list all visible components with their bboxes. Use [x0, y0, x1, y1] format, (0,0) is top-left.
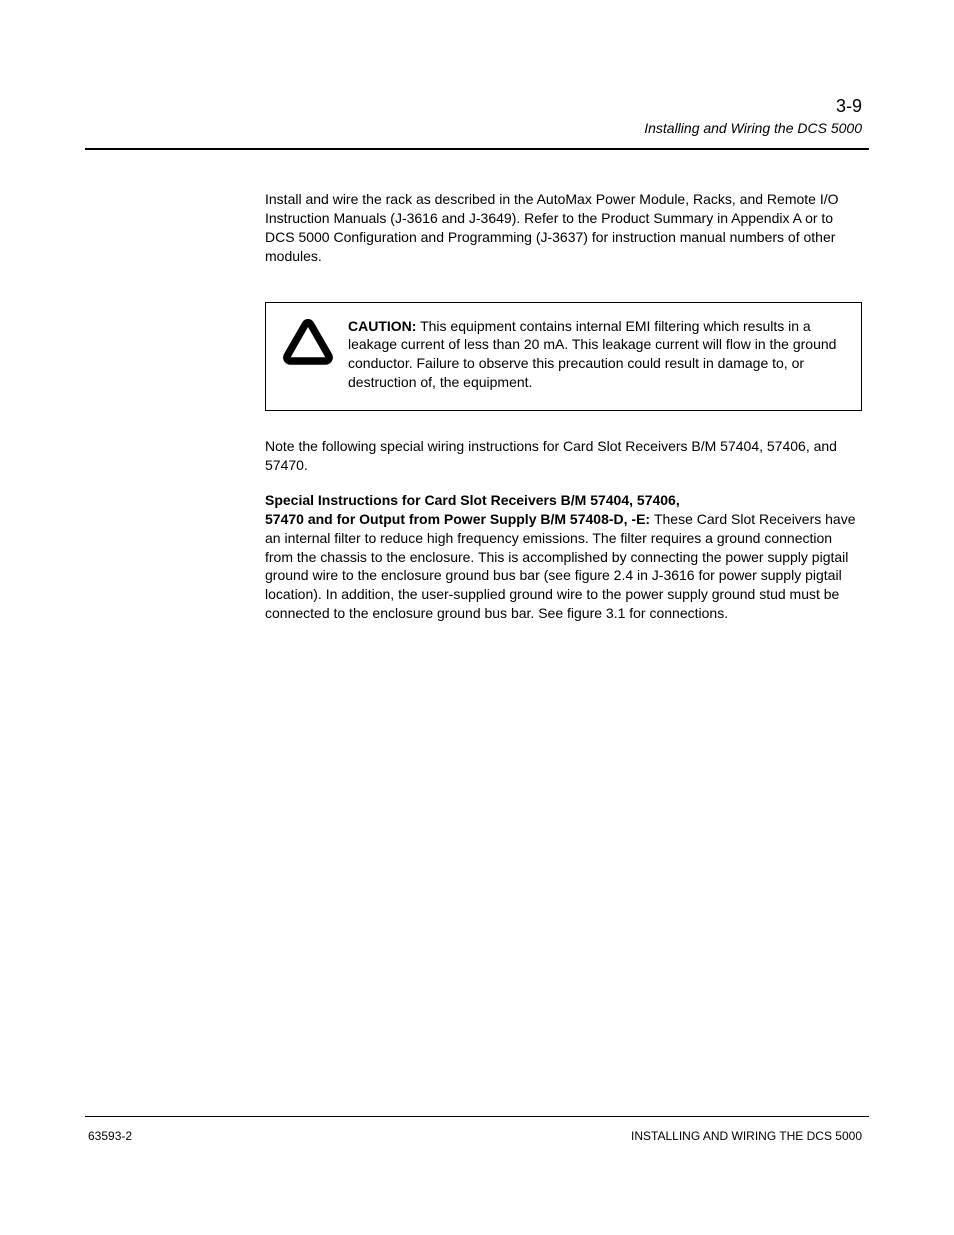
footer-rule — [85, 1116, 869, 1117]
special-line2-bold: 57470 and for Output from Power Supply B… — [265, 511, 654, 527]
header-page-number: 3-9 — [836, 96, 862, 117]
caution-box: CAUTION: This equipment contains interna… — [265, 302, 862, 412]
paragraph-special: Special Instructions for Card Slot Recei… — [265, 491, 862, 623]
paragraph-intro: Install and wire the rack as described i… — [265, 190, 862, 266]
special-body: These Card Slot Receivers have an intern… — [265, 511, 856, 621]
special-line1-bold: Special Instructions for Card Slot Recei… — [265, 491, 862, 510]
caution-label: CAUTION: — [348, 318, 416, 334]
footer-doc-number: 63593-2 — [88, 1129, 132, 1143]
warning-triangle-icon — [280, 315, 336, 369]
footer-section-title: INSTALLING AND WIRING THE DCS 5000 — [631, 1129, 862, 1143]
header-rule — [85, 148, 869, 150]
caution-body: This equipment contains internal EMI fil… — [348, 318, 836, 391]
paragraph-note: Note the following special wiring instru… — [265, 437, 862, 475]
main-content: Install and wire the rack as described i… — [265, 190, 862, 639]
header-section-title: Installing and Wiring the DCS 5000 — [644, 120, 862, 136]
